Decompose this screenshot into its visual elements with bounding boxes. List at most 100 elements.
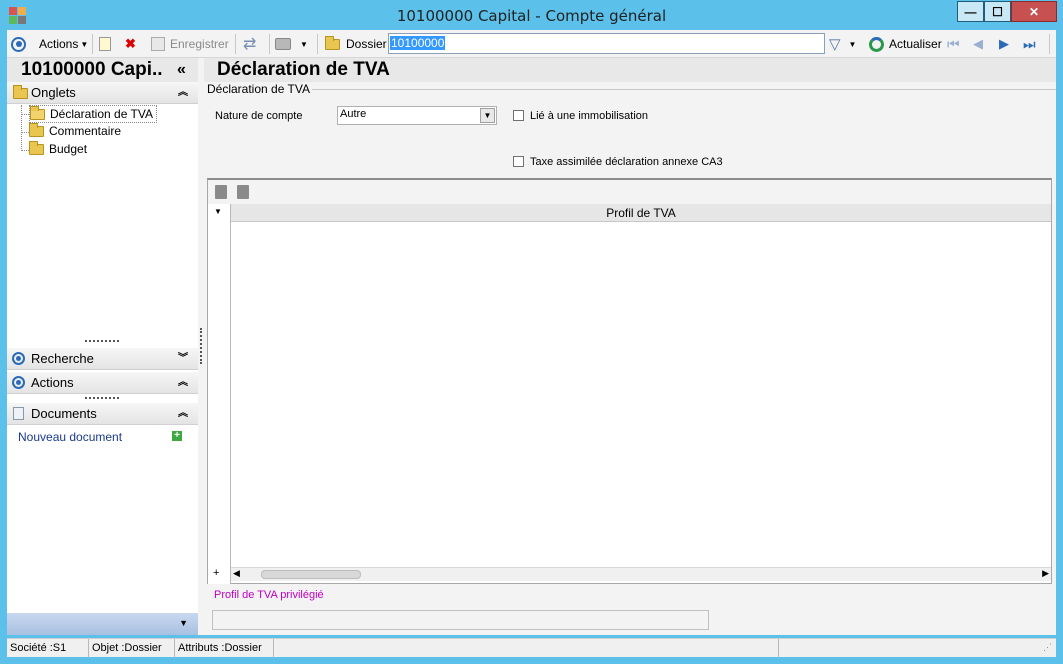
resize-grip[interactable] <box>85 340 119 342</box>
collapse-sidebar-icon[interactable]: « <box>177 58 186 82</box>
remove-row-icon[interactable] <box>237 185 249 199</box>
chevron-up-icon: ︽ <box>178 408 188 419</box>
last-record-icon[interactable]: ⏭ <box>1023 30 1036 58</box>
next-record-icon[interactable]: ▶ <box>999 30 1009 58</box>
dossier-input[interactable]: 10100000 <box>388 33 825 54</box>
status-empty-cell <box>274 639 779 658</box>
actions-panel-icon <box>12 376 25 389</box>
chevron-down-icon: ▼ <box>848 39 857 49</box>
scroll-left-icon[interactable]: ◀ <box>233 568 240 579</box>
refresh-icon <box>869 36 884 52</box>
toolbar: Actions ▼ ✖ Enregistrer ⇄ ▼ Dossier 1010… <box>7 30 1056 58</box>
previous-record-icon[interactable]: ◀ <box>973 30 983 58</box>
immobilisation-checkbox[interactable] <box>513 110 524 121</box>
first-record-icon[interactable]: ⏮ <box>947 30 960 58</box>
actions-menu-label: Actions <box>39 37 79 51</box>
actions-radio-icon[interactable] <box>11 30 26 58</box>
status-objet: Objet :Dossier <box>89 639 175 658</box>
maximize-button[interactable]: ☐ <box>984 1 1011 22</box>
nature-label: Nature de compte <box>215 110 303 122</box>
close-button[interactable]: ✕ <box>1011 1 1057 22</box>
window-title: 10100000 Capital - Compte général <box>396 7 667 25</box>
taxe-checkbox[interactable] <box>513 156 524 167</box>
save-icon <box>151 37 165 51</box>
chevron-down-icon: ▼ <box>480 108 495 123</box>
new-document-icon[interactable] <box>99 30 111 58</box>
tabs-panel-header[interactable]: Onglets ︽ <box>7 82 198 104</box>
filter-button[interactable]: ▽ ▼ <box>829 30 856 58</box>
group-label: Déclaration de TVA <box>207 82 310 96</box>
minimize-button[interactable]: — <box>957 1 984 22</box>
tab-commentaire[interactable]: Commentaire <box>29 122 122 138</box>
new-document-link[interactable]: Nouveau document <box>18 430 122 444</box>
title-bar[interactable]: 10100000 Capital - Compte général — ☐ ✕ <box>0 0 1063 30</box>
application-window: 10100000 Capital - Compte général — ☐ ✕ … <box>0 0 1063 664</box>
save-label: Enregistrer <box>170 37 229 51</box>
resize-grip-icon[interactable]: ⋰ <box>1043 642 1052 653</box>
add-row-icon[interactable] <box>215 185 227 199</box>
scroll-right-icon[interactable]: ▶ <box>1042 568 1049 579</box>
dossier-label: Dossier <box>346 37 387 51</box>
resize-grip[interactable] <box>85 397 119 399</box>
folder-icon <box>29 140 44 155</box>
new-document-label: Nouveau document <box>18 430 123 444</box>
documents-panel-label: Documents <box>31 406 97 421</box>
refresh-button[interactable]: Actualiser <box>869 30 942 58</box>
search-panel-label: Recherche <box>31 351 94 366</box>
search-panel-header[interactable]: Recherche ︾ <box>7 348 198 370</box>
documents-panel-header[interactable]: Documents ︽ <box>7 403 198 425</box>
dossier-input-value: 10100000 <box>390 36 446 50</box>
add-row-plus-icon[interactable]: + <box>213 567 219 579</box>
horizontal-scrollbar[interactable]: ◀ ▶ <box>231 567 1051 581</box>
dossier-button[interactable]: Dossier <box>325 30 387 58</box>
actions-panel-header[interactable]: Actions ︽ <box>7 372 198 394</box>
tab-budget[interactable]: Budget <box>29 140 88 156</box>
sort-menu-icon[interactable]: ▼ <box>214 207 222 216</box>
print-button[interactable]: ▼ <box>275 30 308 58</box>
grid-row-header: ▼ + <box>208 204 231 584</box>
scroll-thumb[interactable] <box>261 570 361 579</box>
tab-label: Commentaire <box>49 124 122 138</box>
main-panel: Déclaration de TVA Déclaration de TVA Na… <box>204 58 1056 635</box>
status-attributs: Attributs :Dossier <box>175 639 274 658</box>
nature-select[interactable]: Autre ▼ <box>337 106 497 125</box>
sidebar-footer[interactable]: ▼ <box>7 613 198 635</box>
chevron-up-icon: ︽ <box>178 87 188 98</box>
filter-icon: ▽ <box>829 36 841 53</box>
grid-toolbar <box>208 180 1051 204</box>
tab-label: Déclaration de TVA <box>50 107 153 121</box>
folder-icon <box>325 35 340 50</box>
nature-select-value: Autre <box>340 108 367 120</box>
open-folder-icon <box>30 105 45 120</box>
grid-column-header[interactable]: Profil de TVA <box>231 204 1051 222</box>
print-icon <box>275 38 291 50</box>
sidebar-title-text: 10100000 Capi.. <box>21 59 163 80</box>
folder-icon <box>29 122 44 137</box>
profil-tva-grid: ▼ + Profil de TVA ◀ ▶ <box>207 178 1052 584</box>
tab-label: Budget <box>49 142 88 156</box>
actions-panel-label: Actions <box>31 375 74 390</box>
page-title: Déclaration de TVA <box>204 58 1056 82</box>
tab-declaration-tva[interactable]: Déclaration de TVA <box>29 105 157 123</box>
sidebar-title: 10100000 Capi.. « <box>7 58 198 82</box>
taxe-label: Taxe assimilée déclaration annexe CA3 <box>530 156 723 168</box>
document-icon <box>13 407 24 420</box>
refresh-label: Actualiser <box>889 37 942 51</box>
chevron-down-icon: ▼ <box>179 618 188 628</box>
add-document-icon[interactable]: + <box>172 431 182 441</box>
save-button[interactable]: Enregistrer <box>151 30 229 58</box>
actions-menu-button[interactable]: Actions ▼ <box>39 30 88 58</box>
immobilisation-label: Lié à une immobilisation <box>530 110 649 122</box>
status-bar: Société :S1 Objet :Dossier Attributs :Do… <box>7 638 1056 658</box>
chevron-up-icon: ︽ <box>178 377 188 388</box>
chevron-down-icon: ︾ <box>178 353 188 364</box>
profil-privilegie-field[interactable] <box>212 610 709 630</box>
chevron-down-icon: ▼ <box>300 39 308 49</box>
sync-icon[interactable]: ⇄ <box>243 30 256 58</box>
status-societe: Société :S1 <box>7 639 89 658</box>
sidebar: 10100000 Capi.. « Onglets ︽ Déclaration … <box>7 58 198 635</box>
tabs-panel-label: Onglets <box>31 85 76 100</box>
search-panel-icon <box>12 352 25 365</box>
chevron-down-icon: ▼ <box>80 39 89 49</box>
delete-icon[interactable]: ✖ <box>125 30 136 58</box>
